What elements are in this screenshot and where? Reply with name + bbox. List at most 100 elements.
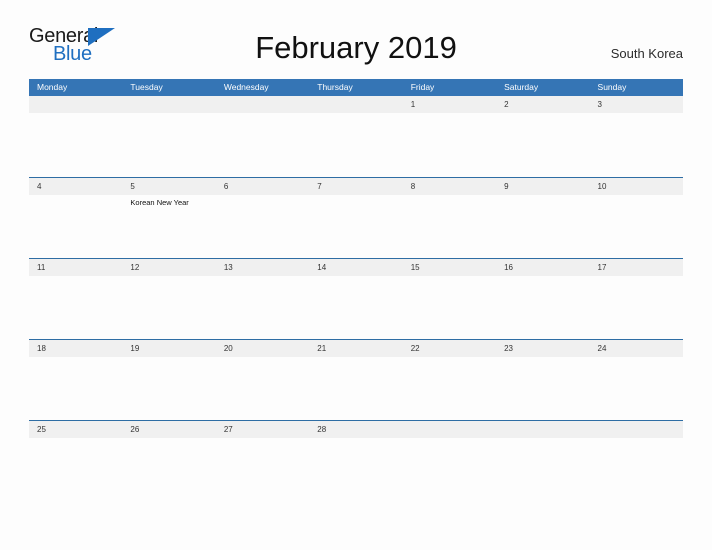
event-cell — [403, 276, 496, 339]
calendar-page: General Blue February 2019 South Korea M… — [0, 0, 712, 550]
weekday-header-wednesday: Wednesday — [223, 82, 269, 92]
day-cell-21[interactable]: 21 — [309, 340, 402, 357]
event-cell — [403, 357, 496, 420]
day-cell-empty — [309, 96, 402, 113]
calendar-week-container: 1 2 3 4 5 6 7 8 9 10 Korean New Year 11 12 13 14 15 16 17… — [29, 96, 683, 501]
weekday-header-monday: Monday — [37, 82, 68, 92]
event-cell — [309, 113, 402, 176]
day-cell-empty — [590, 421, 683, 438]
events-band — [29, 113, 683, 176]
day-cell-24[interactable]: 24 — [590, 340, 683, 357]
event-cell — [590, 113, 683, 176]
calendar-grid: Monday Tuesday Wednesday Thursday Friday Satu… — [29, 79, 683, 501]
event-cell — [29, 113, 122, 176]
calendar-week-row: 25 26 27 28 — [29, 420, 683, 501]
date-number-band: 25 26 27 28 — [29, 421, 683, 438]
event-cell — [122, 357, 215, 420]
day-cell-14[interactable]: 14 — [309, 259, 402, 276]
weekday-header-saturday: Saturday — [504, 82, 539, 92]
calendar-week-row: 11 12 13 14 15 16 17 — [29, 258, 683, 339]
event-cell — [122, 113, 215, 176]
day-cell-20[interactable]: 20 — [216, 340, 309, 357]
weekday-header-tuesday: Tuesday — [130, 82, 163, 92]
event-cell[interactable]: Korean New Year — [122, 195, 215, 258]
day-cell-empty — [122, 96, 215, 113]
day-cell-18[interactable]: 18 — [29, 340, 122, 357]
day-cell-23[interactable]: 23 — [496, 340, 589, 357]
event-cell — [496, 276, 589, 339]
day-cell-25[interactable]: 25 — [29, 421, 122, 438]
page-title: February 2019 — [255, 30, 457, 65]
event-cell — [216, 113, 309, 176]
weekday-header-sunday: Sunday — [597, 82, 627, 92]
day-cell-5[interactable]: 5 — [122, 178, 215, 195]
event-cell — [496, 438, 589, 501]
event-cell — [122, 276, 215, 339]
day-cell-4[interactable]: 4 — [29, 178, 122, 195]
events-band: Korean New Year — [29, 195, 683, 258]
day-cell-13[interactable]: 13 — [216, 259, 309, 276]
event-cell — [29, 195, 122, 258]
event-cell — [29, 357, 122, 420]
event-cell — [309, 276, 402, 339]
region-label: South Korea — [610, 46, 683, 61]
event-cell — [403, 113, 496, 176]
event-cell — [590, 195, 683, 258]
event-cell — [29, 438, 122, 501]
day-cell-empty — [403, 421, 496, 438]
event-cell — [590, 357, 683, 420]
day-cell-22[interactable]: 22 — [403, 340, 496, 357]
day-cell-empty — [29, 96, 122, 113]
day-cell-3[interactable]: 3 — [590, 96, 683, 113]
event-label: Korean New Year — [130, 198, 189, 207]
event-cell — [496, 113, 589, 176]
events-band — [29, 276, 683, 339]
day-cell-10[interactable]: 10 — [590, 178, 683, 195]
event-cell — [403, 438, 496, 501]
date-number-band: 4 5 6 7 8 9 10 — [29, 178, 683, 195]
event-cell — [216, 357, 309, 420]
day-cell-12[interactable]: 12 — [122, 259, 215, 276]
event-cell — [590, 276, 683, 339]
day-cell-6[interactable]: 6 — [216, 178, 309, 195]
day-cell-8[interactable]: 8 — [403, 178, 496, 195]
day-cell-27[interactable]: 27 — [216, 421, 309, 438]
event-cell — [216, 276, 309, 339]
event-cell — [309, 357, 402, 420]
calendar-week-row: 123 — [29, 96, 683, 177]
day-cell-15[interactable]: 15 — [403, 259, 496, 276]
calendar-week-row: 18 19 20 21 22 23 24 — [29, 339, 683, 420]
event-cell — [309, 438, 402, 501]
day-cell-empty — [496, 421, 589, 438]
page-header: General Blue February 2019 South Korea — [0, 0, 712, 78]
date-number-band: 18 19 20 21 22 23 24 — [29, 340, 683, 357]
date-number-band: 123 — [29, 96, 683, 113]
event-cell — [403, 195, 496, 258]
day-cell-28[interactable]: 28 — [309, 421, 402, 438]
weekday-header-row: Monday Tuesday Wednesday Thursday Friday Satu… — [29, 79, 683, 96]
event-cell — [496, 357, 589, 420]
event-cell — [216, 195, 309, 258]
event-cell — [216, 438, 309, 501]
events-band — [29, 357, 683, 420]
event-cell — [122, 438, 215, 501]
event-cell — [29, 276, 122, 339]
day-cell-16[interactable]: 16 — [496, 259, 589, 276]
day-cell-11[interactable]: 11 — [29, 259, 122, 276]
day-cell-2[interactable]: 2 — [496, 96, 589, 113]
events-band — [29, 438, 683, 501]
day-cell-1[interactable]: 1 — [403, 96, 496, 113]
calendar-week-row: 4 5 6 7 8 9 10 Korean New Year — [29, 177, 683, 258]
weekday-header-friday: Friday — [410, 82, 435, 92]
day-cell-empty — [216, 96, 309, 113]
day-cell-19[interactable]: 19 — [122, 340, 215, 357]
weekday-header-thursday: Thursday — [317, 82, 353, 92]
event-cell — [590, 438, 683, 501]
day-cell-9[interactable]: 9 — [496, 178, 589, 195]
day-cell-17[interactable]: 17 — [590, 259, 683, 276]
event-cell — [309, 195, 402, 258]
event-cell — [496, 195, 589, 258]
date-number-band: 11 12 13 14 15 16 17 — [29, 259, 683, 276]
day-cell-7[interactable]: 7 — [309, 178, 402, 195]
day-cell-26[interactable]: 26 — [122, 421, 215, 438]
